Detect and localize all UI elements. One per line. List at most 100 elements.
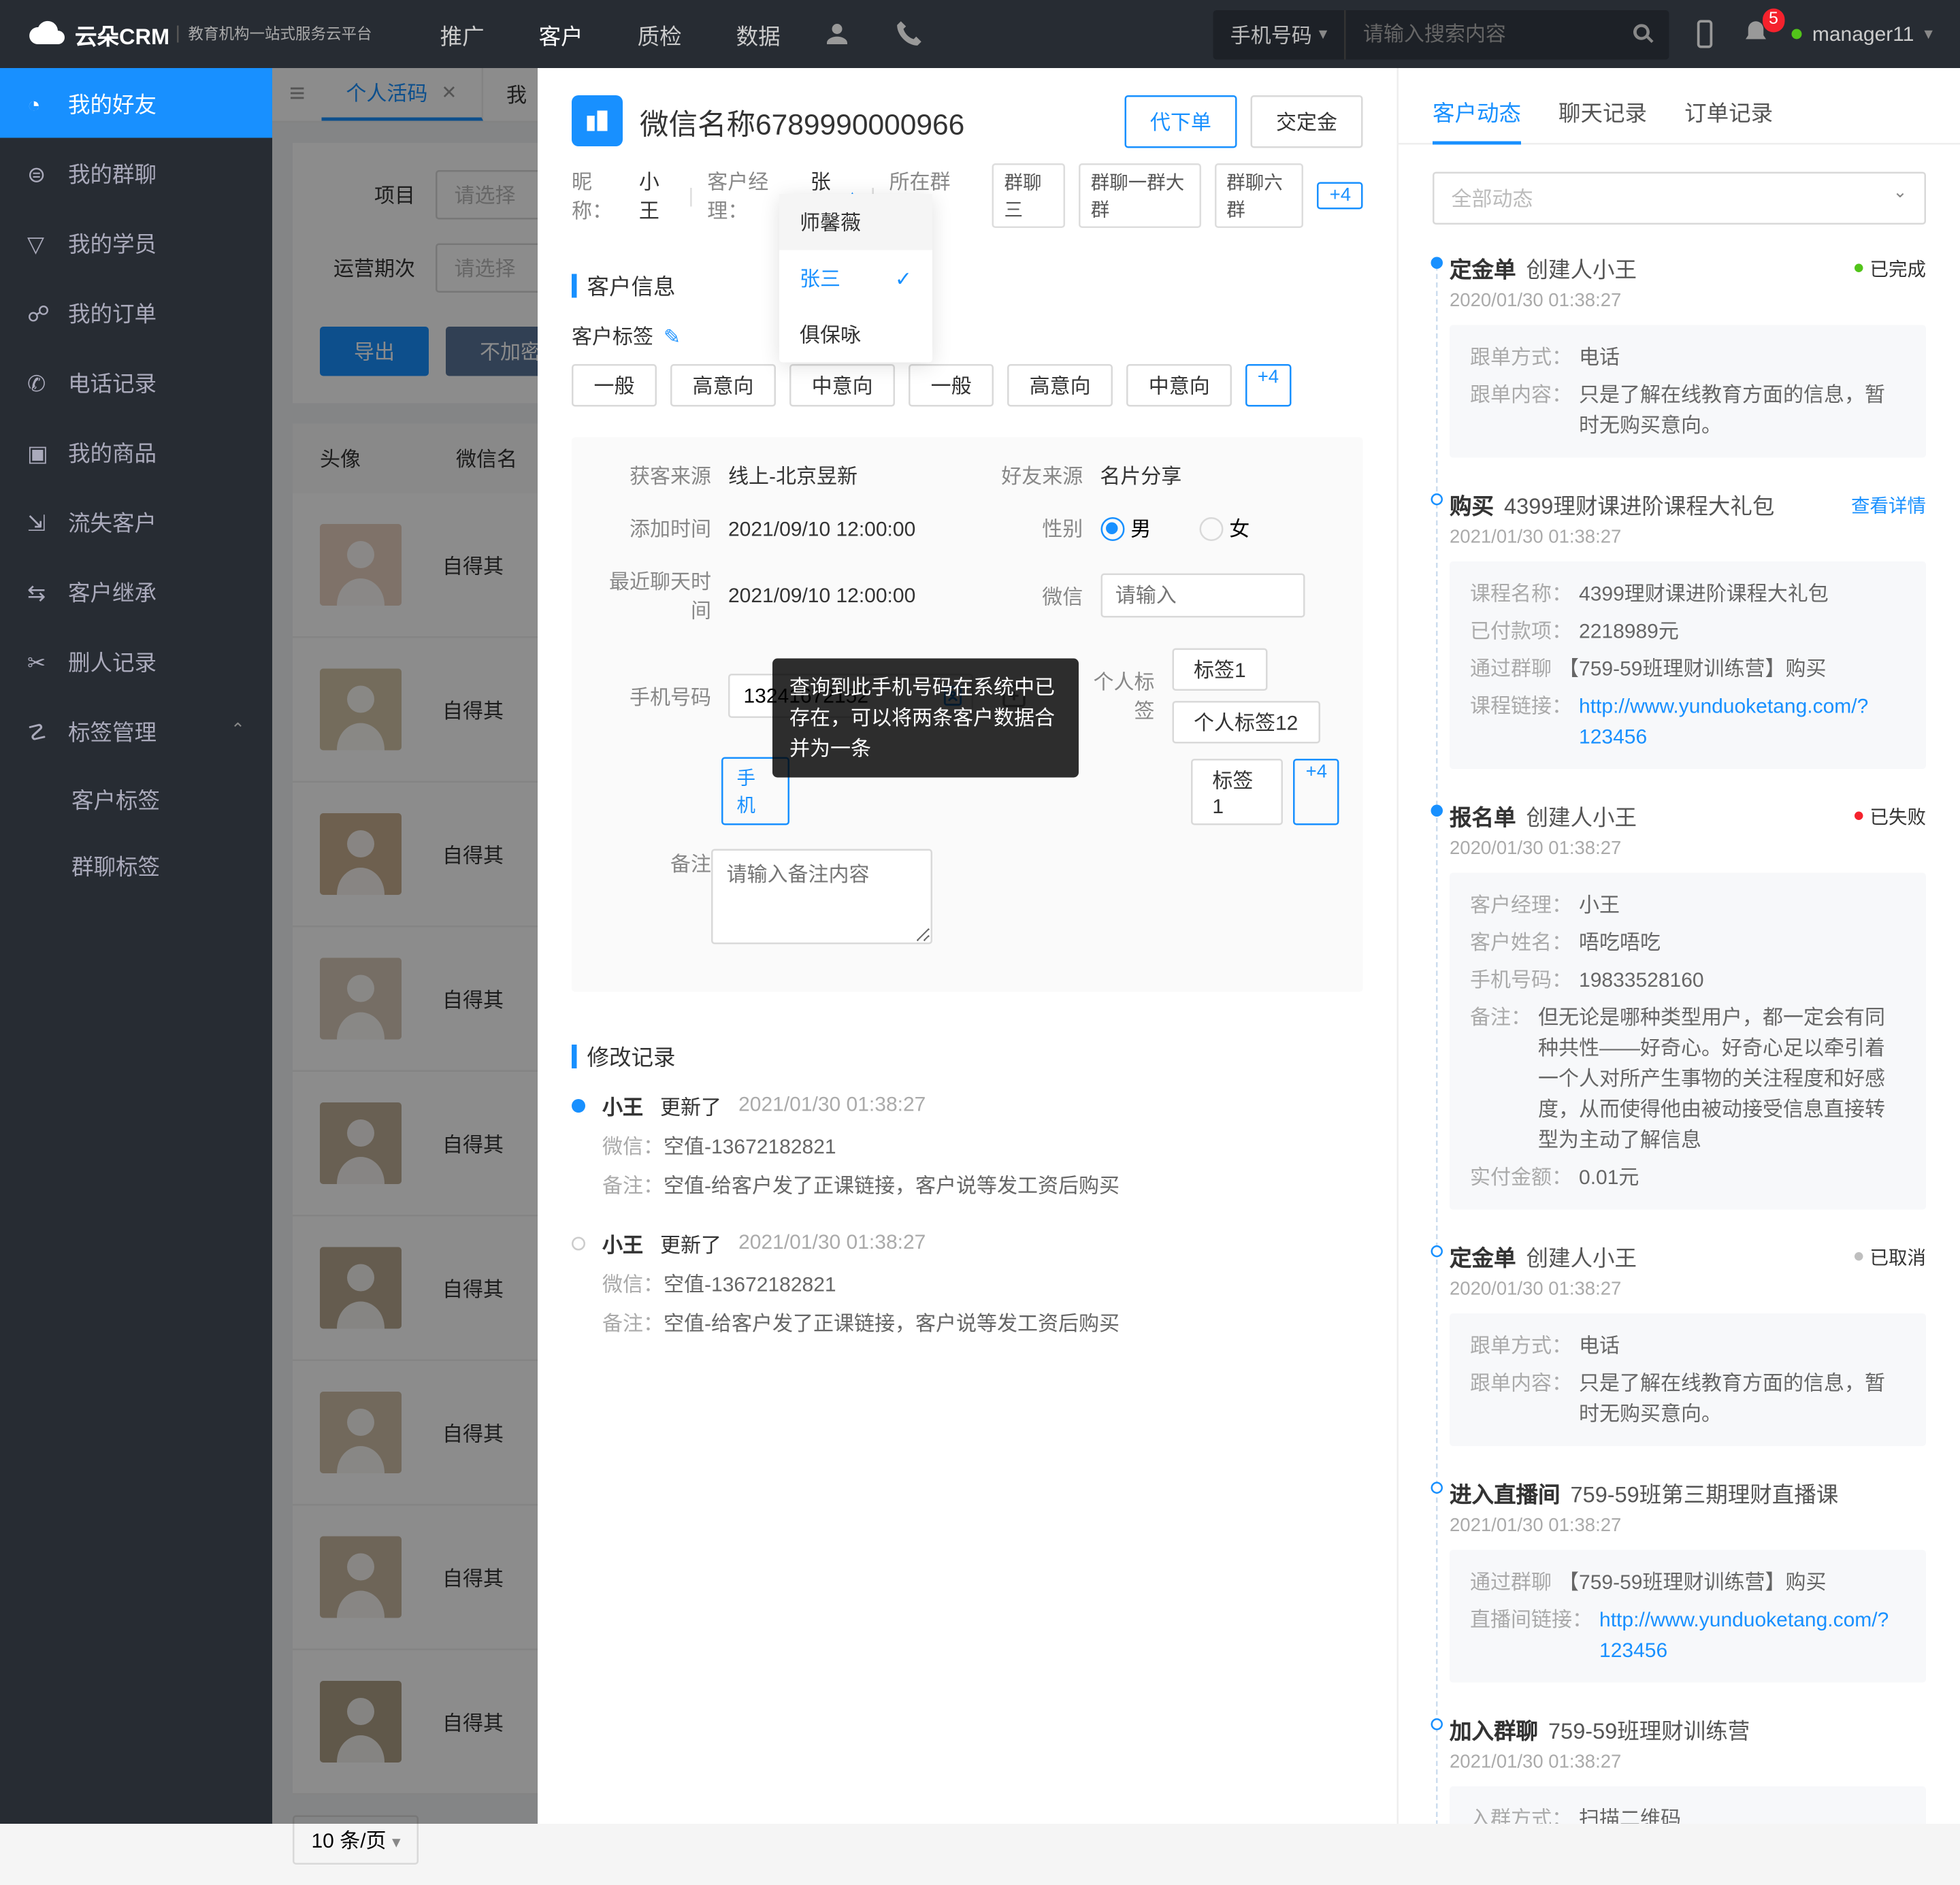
- group-tag[interactable]: 群聊三: [992, 163, 1065, 228]
- mgr-dropdown: 师馨薇 张三✓ 俱保咏: [779, 194, 932, 363]
- phone-call-icon[interactable]: [893, 19, 924, 50]
- customer-tag[interactable]: 中意向: [789, 364, 895, 407]
- view-detail-link[interactable]: 查看详情: [1851, 491, 1926, 518]
- timeline-dot-icon: [1431, 1718, 1443, 1731]
- timeline-dot-icon: [572, 1237, 585, 1251]
- search-input[interactable]: [1346, 12, 1618, 56]
- personal-tag[interactable]: 标签1: [1190, 758, 1284, 825]
- search-type-select[interactable]: 手机号码▾: [1213, 10, 1346, 59]
- side-products[interactable]: ▣我的商品: [0, 417, 272, 487]
- activity-item: 加入群聊759-59班理财训练营 2021/01/30 01:38:27 入群方…: [1450, 1714, 1926, 1824]
- side-calls[interactable]: ✆电话记录: [0, 347, 272, 417]
- customer-tag[interactable]: 高意向: [670, 364, 776, 407]
- search-icon[interactable]: [1632, 22, 1656, 46]
- tab-order-log[interactable]: 订单记录: [1684, 95, 1773, 145]
- global-search: 手机号码▾: [1213, 10, 1669, 59]
- tag-more[interactable]: +4: [1245, 364, 1290, 407]
- logs-header: 修改记录: [572, 1040, 1363, 1072]
- online-dot-icon: [1792, 29, 1802, 39]
- brand-logo: 云朵CRM 教育机构一站式服务云平台: [27, 14, 372, 54]
- personal-tag-more[interactable]: +4: [1294, 758, 1339, 825]
- nav-data[interactable]: 数据: [736, 18, 781, 50]
- nav-promo[interactable]: 推广: [440, 18, 485, 50]
- inherit-icon: ⇆: [27, 579, 51, 603]
- group-tag[interactable]: 群聊一群大群: [1079, 163, 1201, 228]
- deposit-button[interactable]: 交定金: [1250, 95, 1362, 148]
- activity-item: 购买4399理财课进阶课程大礼包查看详情 2021/01/30 01:38:27…: [1450, 489, 1926, 770]
- drawer-title: 微信名称6789990000966: [640, 99, 964, 142]
- status-badge: 已取消: [1855, 1243, 1926, 1270]
- side-group-tags[interactable]: 群聊标签: [0, 832, 272, 899]
- remark-input[interactable]: [711, 849, 932, 945]
- timeline-dot-icon: [572, 1099, 585, 1113]
- customer-tag[interactable]: 一般: [909, 364, 994, 407]
- leave-icon: ⇲: [27, 510, 51, 534]
- cart-icon: ☍: [27, 300, 51, 324]
- timeline-dot-icon: [1431, 1482, 1443, 1494]
- side-students[interactable]: ▽我的学员: [0, 208, 272, 278]
- tab-activity[interactable]: 客户动态: [1433, 95, 1521, 145]
- customer-drawer: 微信名称6789990000966 昵称： 小王 | 客户经理： 张三 ▴ | …: [538, 68, 1960, 1824]
- user-icon[interactable]: [821, 19, 852, 50]
- side-orders[interactable]: ☍我的订单: [0, 278, 272, 348]
- customer-tag[interactable]: 一般: [572, 364, 657, 407]
- timeline-dot-icon: [1431, 805, 1443, 817]
- gender-male[interactable]: 男: [1100, 514, 1151, 543]
- wechat-building-icon: [572, 95, 623, 146]
- timeline-dot-icon: [1431, 257, 1443, 269]
- nav-qc[interactable]: 质检: [638, 18, 682, 50]
- timeline-dot-icon: [1431, 1245, 1443, 1258]
- customer-tag[interactable]: 高意向: [1007, 364, 1113, 407]
- link[interactable]: http://www.yunduoketang.com/?123456: [1599, 1608, 1889, 1662]
- edit-icon[interactable]: ✎: [664, 324, 681, 348]
- nick-value: 小王: [639, 167, 675, 225]
- link[interactable]: http://www.yunduoketang.com/?123456: [1579, 694, 1868, 749]
- wechat-input[interactable]: [1100, 574, 1304, 618]
- group-tag[interactable]: 群聊六群: [1215, 163, 1304, 228]
- personal-tag[interactable]: 标签1: [1171, 649, 1268, 691]
- activity-item: 报名单创建人小王已失败 2020/01/30 01:38:27 客户经理：小王客…: [1450, 800, 1926, 1210]
- cloud-icon: [27, 14, 68, 54]
- activity-item: 定金单创建人小王已完成 2020/01/30 01:38:27 跟单方式：电话跟…: [1450, 252, 1926, 458]
- side-delete-log[interactable]: ✂删人记录: [0, 626, 272, 696]
- status-badge: 已失败: [1855, 802, 1926, 830]
- info-header: 客户信息: [572, 269, 1363, 301]
- side-inherit[interactable]: ⇆客户继承: [0, 557, 272, 627]
- status-badge: 已完成: [1855, 255, 1926, 282]
- dd-option[interactable]: 师馨薇: [779, 194, 932, 250]
- dd-option[interactable]: 张三✓: [779, 250, 932, 307]
- chat-icon: ⊜: [27, 161, 51, 184]
- nick-label: 昵称：: [572, 167, 625, 225]
- personal-tag[interactable]: 个人标签12: [1171, 701, 1320, 744]
- main: ≡ 个人活码✕ 我 项目 请选择 运营期次 请选择 导出 不加密导出 头像 微信…: [272, 68, 1960, 1824]
- nav-customers[interactable]: 客户: [539, 18, 583, 50]
- bell-icon[interactable]: 5: [1741, 19, 1771, 50]
- phone-duplicate-tooltip: 查询到此手机号码在系统中已存在，可以将两条客户数据合并为一条: [772, 659, 1079, 778]
- phone-icon: ✆: [27, 370, 51, 394]
- side-groups[interactable]: ⊜我的群聊: [0, 138, 272, 208]
- current-user[interactable]: manager11 ▾: [1792, 22, 1933, 46]
- sidebar: ◔我的好友 ⊜我的群聊 ▽我的学员 ☍我的订单 ✆电话记录 ▣我的商品 ⇲流失客…: [0, 68, 272, 1824]
- trash-icon: ✂: [27, 649, 51, 673]
- place-order-button[interactable]: 代下单: [1124, 95, 1237, 148]
- mobile-icon[interactable]: [1690, 19, 1720, 50]
- filter-icon: ▽: [27, 231, 51, 255]
- customer-tag[interactable]: 中意向: [1126, 364, 1232, 407]
- side-customer-tags[interactable]: 客户标签: [0, 766, 272, 832]
- side-friends[interactable]: ◔我的好友: [0, 68, 272, 138]
- gender-female[interactable]: 女: [1198, 514, 1250, 543]
- group-more[interactable]: +4: [1318, 182, 1362, 210]
- clock-icon: ◔: [27, 91, 51, 115]
- side-churn[interactable]: ⇲流失客户: [0, 487, 272, 557]
- tab-chat-log[interactable]: 聊天记录: [1558, 95, 1647, 145]
- side-tags[interactable]: ☡标签管理⌃: [0, 696, 272, 766]
- tag-icon: ☡: [27, 719, 51, 742]
- activity-item: 进入直播间759-59班第三期理财直播课 2021/01/30 01:38:27…: [1450, 1477, 1926, 1683]
- box-icon: ▣: [27, 440, 51, 463]
- dd-option[interactable]: 俱保咏: [779, 306, 932, 363]
- tags-label: 客户标签: [572, 322, 653, 351]
- activity-item: 定金单创建人小王已取消 2020/01/30 01:38:27 跟单方式：电话跟…: [1450, 1241, 1926, 1447]
- topbar: 云朵CRM 教育机构一站式服务云平台 推广 客户 质检 数据 手机号码▾: [0, 0, 1960, 68]
- activity-filter-select[interactable]: 全部动态⌄: [1433, 172, 1926, 225]
- top-nav: 推广 客户 质检 数据: [440, 18, 781, 50]
